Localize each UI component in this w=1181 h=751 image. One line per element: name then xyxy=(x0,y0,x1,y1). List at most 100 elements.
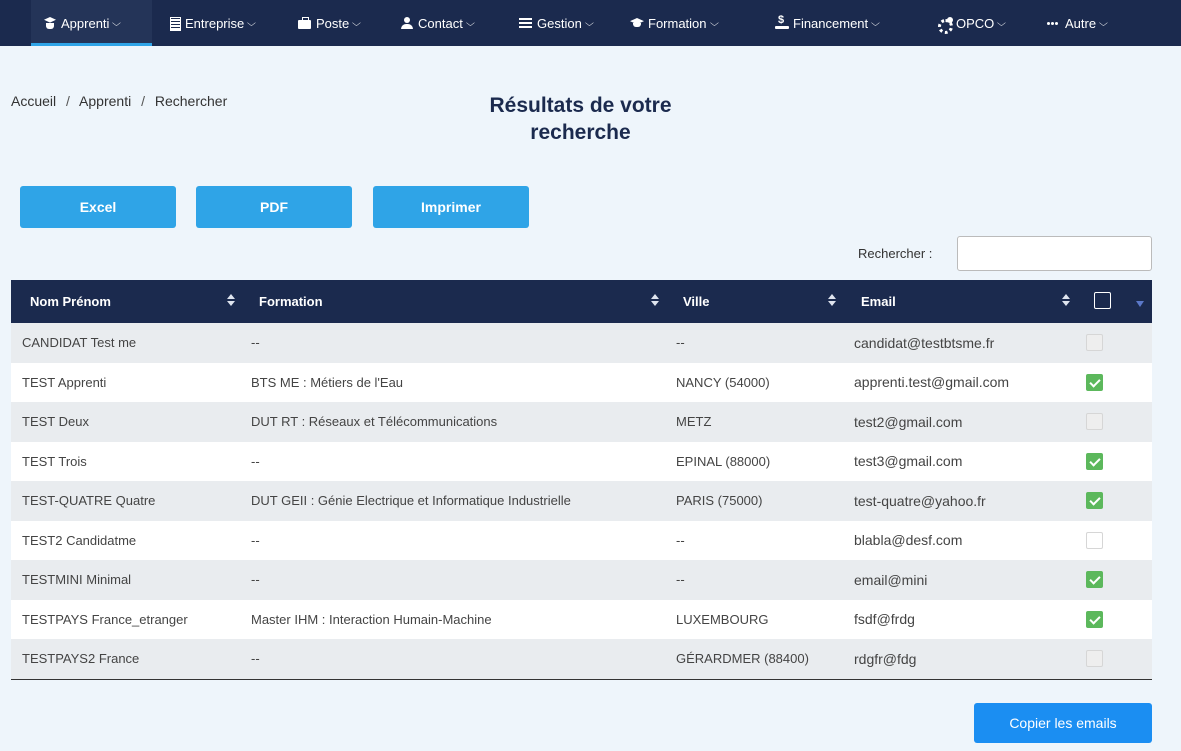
nav-autre[interactable]: Autre ⌵ xyxy=(1047,0,1108,46)
table-row[interactable]: TEST Apprenti BTS ME : Métiers de l'Eau NA… xyxy=(11,362,1152,402)
nav-financement-label: Financement xyxy=(793,15,869,31)
page-title: Résultats de votre recherche xyxy=(420,92,741,146)
chevron-down-icon: ⌵ xyxy=(112,17,122,28)
excel-export-button[interactable]: Excel xyxy=(20,186,176,228)
table-row[interactable]: TESTPAYS France_etranger Master IHM : Int… xyxy=(11,599,1152,639)
search-label: Rechercher : xyxy=(858,246,933,261)
table-body: CANDIDAT Test me -- -- candidat@testbtsme.f… xyxy=(11,323,1152,679)
cell-formation: DUT RT : Réseaux et Télécommunications xyxy=(251,414,498,430)
table-row[interactable]: TESTPAYS2 France -- GÉRARDMER (88400) rdgfr… xyxy=(11,639,1152,679)
building-icon xyxy=(167,17,181,31)
cell-ville: GÉRARDMER (88400) xyxy=(676,651,809,667)
breadcrumb-home[interactable]: Accueil xyxy=(11,93,56,109)
nav-apprenti-label: Apprenti xyxy=(61,15,110,31)
row-checkbox[interactable] xyxy=(1086,492,1103,509)
graduate-icon xyxy=(43,17,57,29)
cell-formation: BTS ME : Métiers de l'Eau xyxy=(251,374,404,390)
cell-ville: EPINAL (88000) xyxy=(676,453,771,469)
table-row[interactable]: TEST Deux DUT RT : Réseaux et Télécommuni… xyxy=(11,402,1152,442)
table-row[interactable]: TESTMINI Minimal -- -- email@mini xyxy=(11,560,1152,600)
cell-formation: DUT GEII : Génie Electrique et Informati… xyxy=(251,493,571,509)
cell-email: blabla@desf.com xyxy=(854,532,963,549)
page-title-line2: recherche xyxy=(530,121,631,144)
sort-icon[interactable] xyxy=(1062,293,1070,309)
cell-name: TESTMINI Minimal xyxy=(22,572,132,588)
chevron-down-icon: ⌵ xyxy=(1099,17,1108,28)
chevron-down-icon: ⌵ xyxy=(871,17,881,28)
column-header-formation[interactable]: Formation xyxy=(259,280,323,323)
nav-gestion[interactable]: Gestion ⌵ xyxy=(519,0,594,46)
row-checkbox[interactable] xyxy=(1086,571,1103,588)
row-checkbox[interactable] xyxy=(1086,452,1103,470)
nav-formation-label: Formation xyxy=(648,15,707,31)
table-row[interactable]: TEST Trois -- EPINAL (88000) test3@gmail.co… xyxy=(11,441,1152,481)
nav-opco-label: OPCO xyxy=(956,15,995,31)
nav-entreprise[interactable]: Entreprise ⌵ xyxy=(167,0,257,46)
cell-name: TESTPAYS France_etranger xyxy=(22,611,188,627)
nav-opco[interactable]: OPCO ⌵ xyxy=(938,0,1006,46)
chevron-down-icon: ⌵ xyxy=(352,17,362,28)
breadcrumb: Accueil / Apprenti / Rechercher xyxy=(11,93,233,109)
table-row[interactable]: CANDIDAT Test me -- -- candidat@testbtsme.f… xyxy=(11,323,1152,363)
print-button[interactable]: Imprimer xyxy=(373,186,529,228)
column-header-email[interactable]: Email xyxy=(861,280,896,323)
cell-formation: Master IHM : Interaction Humain-Machine xyxy=(251,611,492,627)
cell-formation: -- xyxy=(251,335,260,351)
cell-email: fsdf@frdg xyxy=(854,611,915,628)
cell-name: TESTPAYS2 France xyxy=(22,651,140,667)
nav-autre-label: Autre xyxy=(1065,15,1097,31)
table-row[interactable]: TEST-QUATRE Quatre DUT GEII : Génie Elect… xyxy=(11,481,1152,521)
user-icon xyxy=(400,17,414,29)
top-navbar: Apprenti ⌵ Entreprise ⌵ Poste ⌵ Contact ⌵ Ge… xyxy=(0,0,1181,46)
chevron-down-icon: ⌵ xyxy=(247,17,257,28)
cell-name: TEST-QUATRE Quatre xyxy=(22,493,156,509)
sort-icon[interactable] xyxy=(828,293,836,309)
select-all-checkbox[interactable] xyxy=(1094,292,1111,309)
nav-poste-label: Poste xyxy=(316,15,350,31)
cell-ville: -- xyxy=(676,572,685,588)
breadcrumb-current: Rechercher xyxy=(154,93,228,109)
cell-email: test3@gmail.com xyxy=(854,453,963,470)
cell-name: TEST Apprenti xyxy=(22,374,107,390)
row-checkbox[interactable] xyxy=(1086,610,1103,628)
nav-financement[interactable]: Financement⌵ xyxy=(775,0,881,46)
copy-emails-button[interactable]: Copier les emails xyxy=(974,703,1152,743)
nav-entreprise-label: Entreprise xyxy=(185,15,245,31)
cell-email: apprenti.test@gmail.com xyxy=(854,374,1010,391)
chevron-down-icon: ⌵ xyxy=(584,17,594,28)
cell-email: test-quatre@yahoo.fr xyxy=(854,492,986,509)
sort-icon[interactable] xyxy=(651,293,659,309)
row-checkbox[interactable] xyxy=(1086,334,1103,351)
cell-email: test2@gmail.com xyxy=(854,413,963,430)
search-input[interactable] xyxy=(957,236,1152,271)
pdf-export-button[interactable]: PDF xyxy=(196,186,352,228)
graduation-cap-icon xyxy=(630,17,644,29)
nav-formation[interactable]: Formation ⌵ xyxy=(630,0,719,46)
caret-down-icon[interactable] xyxy=(1136,301,1144,307)
row-checkbox[interactable] xyxy=(1086,531,1103,549)
table-row[interactable]: TEST2 Candidatme -- -- blabla@desf.com xyxy=(11,520,1152,560)
cell-name: TEST Deux xyxy=(22,414,89,430)
column-header-ville[interactable]: Ville xyxy=(683,280,710,323)
cell-formation: -- xyxy=(251,453,260,469)
cell-ville: NANCY (54000) xyxy=(676,374,770,390)
row-checkbox[interactable] xyxy=(1086,650,1103,667)
cell-ville: -- xyxy=(676,335,685,351)
cell-ville: LUXEMBOURG xyxy=(676,611,769,627)
breadcrumb-apprenti[interactable]: Apprenti xyxy=(79,93,131,109)
nav-contact[interactable]: Contact ⌵ xyxy=(400,0,475,46)
nav-apprenti[interactable]: Apprenti ⌵ xyxy=(31,0,152,46)
row-checkbox[interactable] xyxy=(1086,373,1103,391)
sort-icon[interactable] xyxy=(227,293,235,309)
table-header: Nom Prénom Formation Ville Email xyxy=(11,280,1152,323)
nav-poste[interactable]: Poste ⌵ xyxy=(298,0,362,46)
cell-ville: -- xyxy=(676,532,685,548)
row-checkbox[interactable] xyxy=(1086,413,1103,430)
cell-name: TEST2 Candidatme xyxy=(22,532,137,548)
cell-email: email@mini xyxy=(854,571,928,588)
column-header-name[interactable]: Nom Prénom xyxy=(30,280,111,323)
chevron-down-icon: ⌵ xyxy=(709,17,719,28)
cell-name: TEST Trois xyxy=(22,453,87,469)
cell-formation: -- xyxy=(251,532,260,548)
money-hand-icon xyxy=(775,14,789,29)
